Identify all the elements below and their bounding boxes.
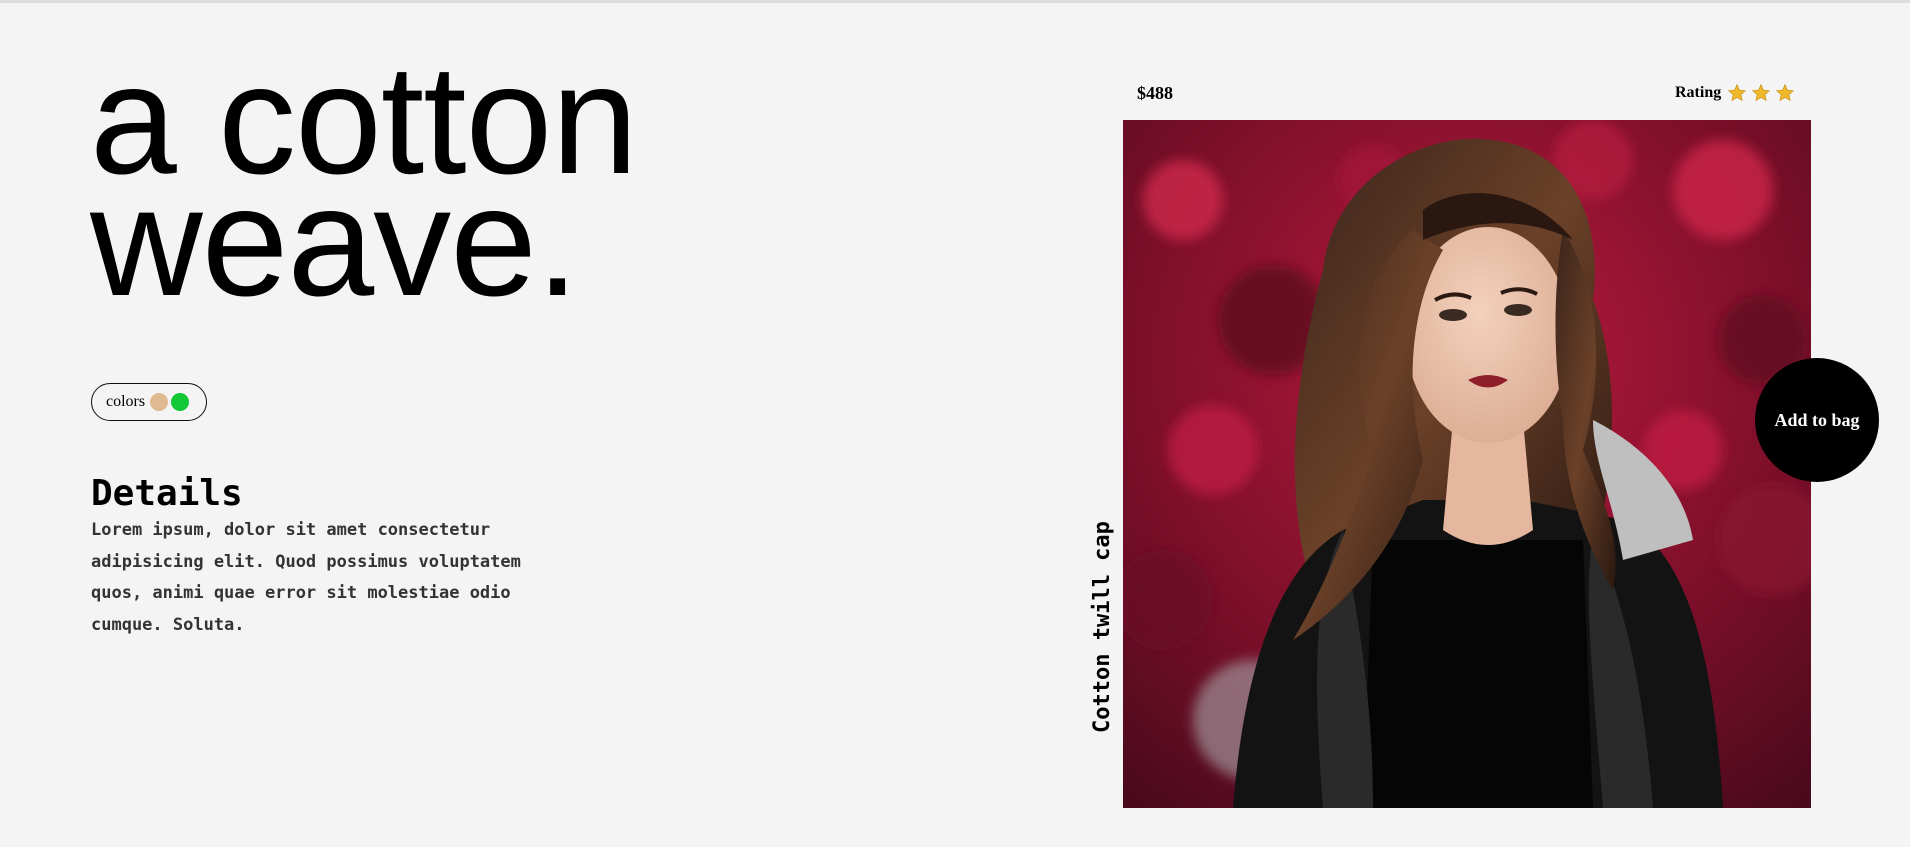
- hero-title: a cotton weave.: [90, 42, 638, 329]
- product-photo: [1123, 120, 1811, 808]
- hero-title-line-2: weave.: [90, 155, 579, 329]
- product-price: $488: [1137, 83, 1173, 103]
- colors-label: colors: [106, 393, 146, 410]
- product-photo-illustration: [1123, 120, 1811, 808]
- product-name: Cotton twill cap: [1090, 521, 1115, 733]
- star-icon: [1728, 83, 1747, 102]
- star-icon: [1752, 83, 1771, 102]
- color-swatch-green[interactable]: [171, 393, 190, 411]
- star-icon: [1776, 83, 1795, 102]
- color-swatch-beige[interactable]: [150, 393, 169, 411]
- rating-label: Rating: [1675, 84, 1722, 101]
- rating-stars: [1727, 83, 1795, 103]
- details-heading: Details: [91, 473, 243, 514]
- product-rating: Rating: [1675, 83, 1795, 103]
- details-description: Lorem ipsum, dolor sit amet consectetur …: [91, 520, 521, 635]
- color-selector: colors: [91, 383, 207, 421]
- add-to-bag-button[interactable]: Add to bag: [1755, 358, 1879, 482]
